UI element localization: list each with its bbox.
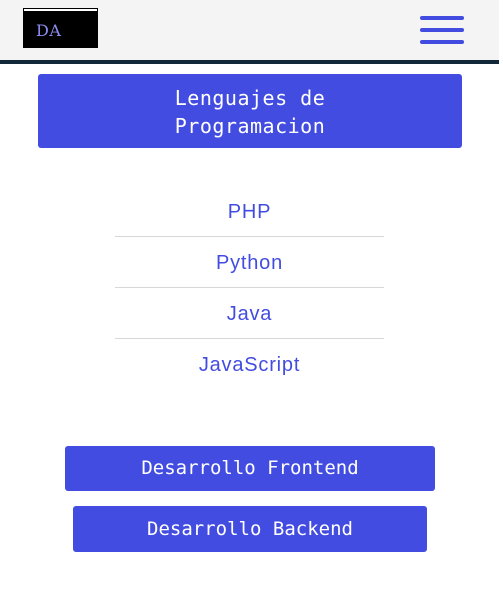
- menu-bar-top: [420, 16, 464, 20]
- menu-bar-middle: [420, 28, 464, 32]
- hamburger-menu-icon[interactable]: [420, 16, 464, 44]
- top-header: DA: [0, 0, 499, 64]
- language-item-php[interactable]: PHP: [115, 186, 384, 237]
- languages-title-button[interactable]: Lenguajes de Programacion: [38, 74, 462, 148]
- language-item-java[interactable]: Java: [115, 288, 384, 339]
- menu-bar-bottom: [420, 40, 464, 44]
- backend-button[interactable]: Desarrollo Backend: [73, 506, 427, 552]
- language-list: PHP Python Java JavaScript: [115, 186, 384, 390]
- frontend-button[interactable]: Desarrollo Frontend: [65, 446, 435, 491]
- title-line-1: Lenguajes de: [174, 86, 326, 110]
- title-line-2: Programacion: [174, 114, 326, 138]
- logo[interactable]: DA: [23, 8, 98, 48]
- language-item-javascript[interactable]: JavaScript: [115, 339, 384, 390]
- logo-text: DA: [36, 21, 62, 40]
- language-item-python[interactable]: Python: [115, 237, 384, 288]
